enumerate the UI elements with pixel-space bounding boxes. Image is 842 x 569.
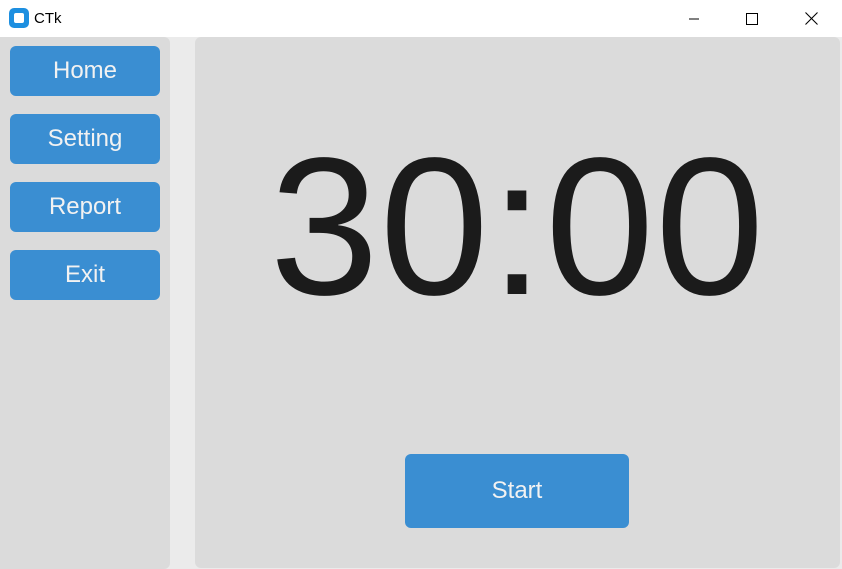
report-button[interactable]: Report [10,182,160,232]
close-button[interactable] [788,0,834,37]
exit-button[interactable]: Exit [10,250,160,300]
minimize-button[interactable] [671,0,717,37]
setting-button[interactable]: Setting [10,114,160,164]
timer-panel: 30:00 Start [195,37,840,568]
ctk-app-icon [9,8,29,28]
maximize-button[interactable] [729,0,775,37]
home-button[interactable]: Home [10,46,160,96]
window-title: CTk [34,10,62,27]
app-icon-inner [14,13,24,23]
maximize-icon [746,12,758,25]
timer-display: 30:00 [269,117,766,336]
title-bar[interactable]: CTk [0,0,842,37]
app-window: CTk Home Setting Report Exit 30:00 Start [0,0,842,569]
start-button[interactable]: Start [405,454,629,528]
minimize-icon [689,18,699,19]
close-icon [804,12,818,25]
sidebar: Home Setting Report Exit [0,37,170,569]
